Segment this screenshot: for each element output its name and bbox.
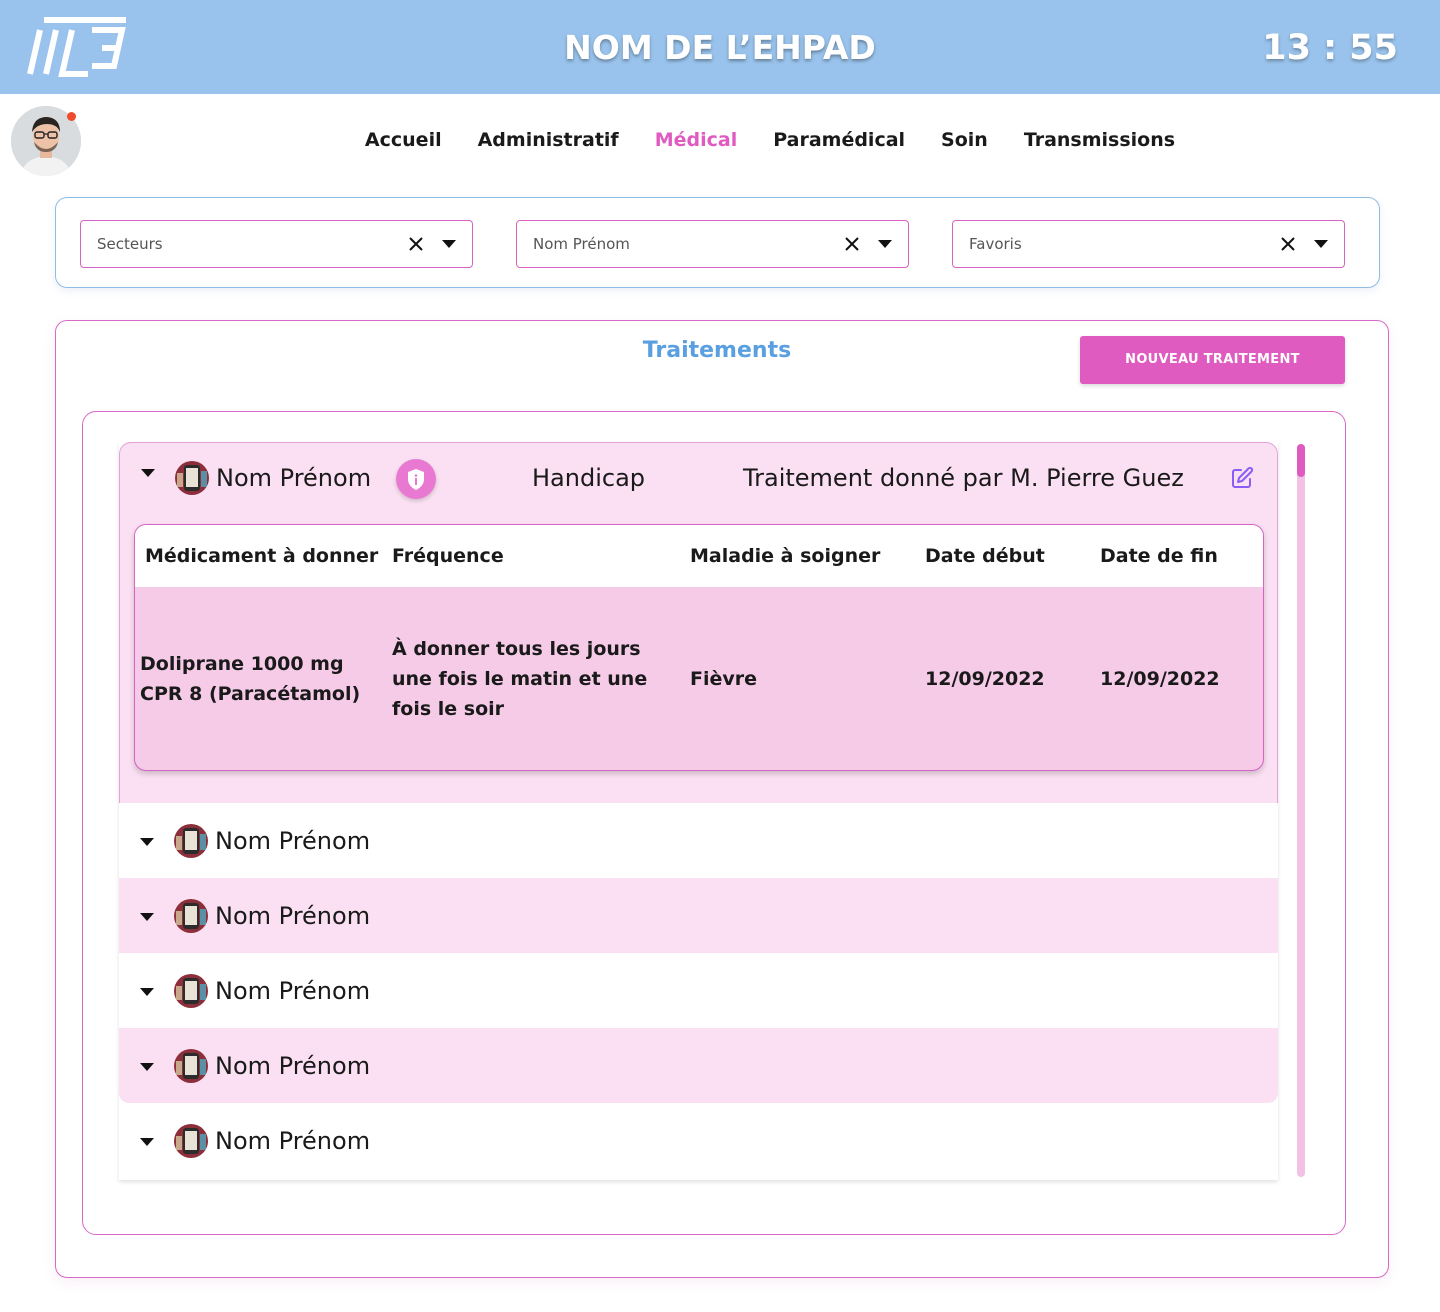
patient-photo — [174, 974, 208, 1008]
patient-photo — [174, 1049, 208, 1083]
top-bar: NOM DE L’EHPAD 13 : 55 — [0, 0, 1440, 94]
treatment-table: Médicament à donner Fréquence Maladie à … — [134, 524, 1264, 771]
favoris-select[interactable]: Favoris — [952, 220, 1345, 268]
chevron-down-icon[interactable] — [1314, 239, 1328, 249]
expanded-patient-row: Nom Prénom Handicap Traitement donné par… — [119, 442, 1278, 803]
nom-prenom-placeholder: Nom Prénom — [533, 235, 630, 253]
patient-name[interactable]: Nom Prénom — [215, 1103, 370, 1180]
header-date-fin: Date de fin — [1100, 545, 1218, 567]
header-medicament: Médicament à donner — [145, 545, 379, 567]
favoris-placeholder: Favoris — [969, 235, 1022, 253]
patient-photo — [175, 461, 209, 495]
logo[interactable] — [26, 16, 130, 80]
patient-name[interactable]: Nom Prénom — [215, 953, 370, 1030]
header-date-debut: Date début — [925, 545, 1045, 567]
main-nav: Accueil Administratif Médical Paramédica… — [0, 120, 1440, 160]
scrollbar-track[interactable] — [1297, 444, 1305, 1177]
treatment-list[interactable]: Nom Prénom Handicap Traitement donné par… — [119, 442, 1278, 1180]
chevron-down-icon[interactable] — [140, 912, 154, 922]
chevron-down-icon[interactable] — [140, 1062, 154, 1072]
app-title: NOM DE L’EHPAD — [564, 28, 876, 67]
nom-prenom-select[interactable]: Nom Prénom — [516, 220, 909, 268]
cell-date-fin: 12/09/2022 — [1100, 668, 1220, 690]
nav-item-soin[interactable]: Soin — [941, 120, 988, 160]
cell-frequence: À donner tous les jours une fois le mati… — [392, 638, 648, 720]
patient-row[interactable]: Nom Prénom — [119, 953, 1278, 1028]
header-maladie: Maladie à soigner — [690, 545, 881, 567]
treatment-given-by: Traitement donné par M. Pierre Guez — [743, 464, 1184, 492]
patient-name[interactable]: Nom Prénom — [215, 878, 370, 955]
nav-item-accueil[interactable]: Accueil — [365, 120, 442, 160]
nav-item-administratif[interactable]: Administratif — [478, 120, 619, 160]
secteurs-placeholder: Secteurs — [97, 235, 163, 253]
chevron-down-icon[interactable] — [442, 239, 456, 249]
filter-bar: Secteurs Nom Prénom Favoris — [55, 197, 1380, 288]
patient-row[interactable]: Nom Prénom — [119, 878, 1278, 953]
nav-item-paramedical[interactable]: Paramédical — [773, 120, 905, 160]
patient-name[interactable]: Nom Prénom — [215, 1028, 370, 1105]
chevron-down-icon[interactable] — [140, 987, 154, 997]
chevron-down-icon[interactable] — [140, 1137, 154, 1147]
treatment-table-header: Médicament à donner Fréquence Maladie à … — [135, 525, 1263, 587]
patient-photo — [174, 1124, 208, 1158]
scrollbar-thumb[interactable] — [1297, 444, 1305, 477]
patient-row[interactable]: Nom Prénom — [119, 803, 1278, 878]
chevron-down-icon[interactable] — [878, 239, 892, 249]
clock: 13 : 55 — [1262, 28, 1398, 68]
edit-icon[interactable] — [1230, 466, 1254, 490]
nav-item-transmissions[interactable]: Transmissions — [1024, 120, 1175, 160]
patient-name[interactable]: Nom Prénom — [216, 443, 371, 513]
chevron-down-icon[interactable] — [140, 837, 154, 847]
close-icon[interactable] — [406, 234, 426, 254]
cell-date-debut: 12/09/2022 — [925, 668, 1045, 690]
patient-photo — [174, 899, 208, 933]
patient-photo — [174, 824, 208, 858]
new-treatment-button[interactable]: NOUVEAU TRAITEMENT — [1080, 336, 1345, 384]
chevron-down-icon[interactable] — [141, 468, 155, 478]
patient-name[interactable]: Nom Prénom — [215, 803, 370, 880]
patient-condition: Handicap — [532, 464, 646, 492]
close-icon[interactable] — [842, 234, 862, 254]
cell-maladie: Fièvre — [690, 668, 758, 690]
shield-info-icon[interactable] — [396, 459, 436, 499]
patient-row[interactable]: Nom Prénom — [119, 1028, 1278, 1103]
secteurs-select[interactable]: Secteurs — [80, 220, 473, 268]
cell-medicament: Doliprane 1000 mg CPR 8 (Paracétamol) — [140, 653, 361, 705]
header-frequence: Fréquence — [392, 545, 504, 567]
nav-item-medical[interactable]: Médical — [655, 120, 738, 160]
patient-row[interactable]: Nom Prénom — [119, 1103, 1278, 1178]
close-icon[interactable] — [1278, 234, 1298, 254]
